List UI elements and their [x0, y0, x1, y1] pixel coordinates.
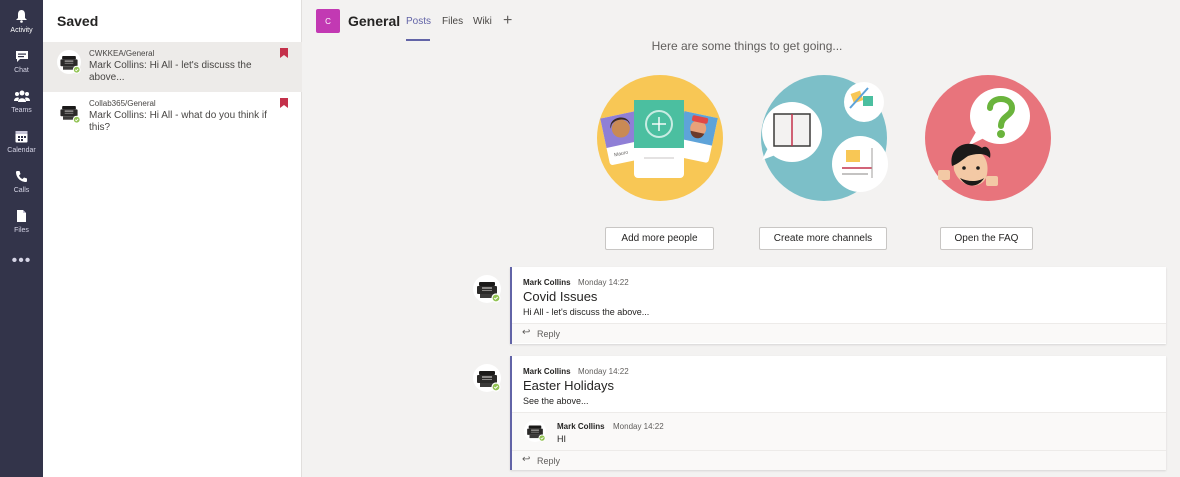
app-bar-calendar[interactable]: Calendar	[0, 124, 43, 164]
team-avatar[interactable]: C	[316, 9, 340, 33]
avatar	[57, 100, 81, 124]
app-bar-activity[interactable]: Activity	[0, 4, 43, 44]
reply-message[interactable]: Mark Collins Monday 14:22 HI	[512, 412, 1166, 450]
teams-icon	[13, 88, 30, 104]
post-card[interactable]: Mark Collins Monday 14:22 Covid Issues H…	[510, 267, 1166, 344]
app-bar-label: Chat	[14, 67, 29, 74]
reply-bar[interactable]: ↩ Reply	[512, 323, 1166, 343]
app-bar-label: Calls	[13, 187, 30, 194]
post-card[interactable]: Mark Collins Monday 14:22 Easter Holiday…	[510, 356, 1166, 470]
post-time: Monday 14:22	[578, 367, 629, 376]
open-faq-button[interactable]: Open the FAQ	[940, 227, 1033, 250]
post-body: See the above...	[523, 396, 589, 406]
saved-item-message: Mark Collins: Hi All - what do you think…	[89, 110, 267, 133]
app-bar-files[interactable]: Files	[0, 204, 43, 244]
app-bar-label: Teams	[11, 107, 32, 114]
avatar	[524, 420, 546, 442]
avatar	[473, 275, 501, 303]
more-apps-icon[interactable]: •••	[0, 252, 43, 270]
create-channels-illustration	[761, 75, 888, 201]
reply-bar[interactable]: ↩ Reply	[512, 450, 1166, 470]
add-more-people-button[interactable]: Add more people	[605, 227, 714, 250]
saved-item[interactable]: CWKKEA/General Mark Collins: Hi All - le…	[43, 42, 302, 92]
avatar	[473, 364, 501, 392]
post-subject: Easter Holidays	[523, 378, 615, 393]
phone-icon	[14, 168, 30, 184]
bell-icon	[14, 8, 30, 24]
bookmark-icon[interactable]	[280, 98, 288, 108]
welcome-intro: Here are some things to get going...	[651, 39, 843, 53]
channel-main: C General Posts Files Wiki + Here are so…	[302, 0, 1180, 477]
saved-pane: Saved CWKKEA/General Mark Collins: Hi Al…	[43, 0, 302, 477]
tab-wiki[interactable]: Wiki	[473, 16, 492, 27]
tab-posts[interactable]: Posts	[406, 16, 431, 27]
app-bar-label: Files	[14, 227, 29, 234]
reply-body: HI	[557, 434, 566, 444]
saved-item-channel: Collab365/General	[89, 99, 156, 108]
post-subject: Covid Issues	[523, 289, 598, 304]
calendar-icon	[14, 128, 30, 144]
app-bar-chat[interactable]: Chat	[0, 44, 43, 84]
faq-illustration	[925, 75, 1051, 201]
add-people-illustration: Mauro	[597, 75, 723, 201]
post-time: Monday 14:22	[578, 278, 629, 287]
app-bar-label: Calendar	[7, 147, 36, 154]
reply-time: Monday 14:22	[613, 422, 664, 431]
tab-files[interactable]: Files	[442, 16, 463, 27]
post-body: Hi All - let's discuss the above...	[523, 307, 650, 317]
saved-title: Saved	[57, 13, 99, 29]
app-bar-label: Activity	[10, 27, 33, 34]
app-bar-calls[interactable]: Calls	[0, 164, 43, 204]
post-author: Mark Collins	[523, 278, 571, 287]
reply-label: Reply	[537, 329, 561, 339]
channel-title: General	[348, 13, 401, 29]
saved-item-message: Mark Collins: Hi All - let's discuss the…	[89, 60, 252, 83]
saved-item[interactable]: Collab365/General Mark Collins: Hi All -…	[43, 92, 302, 142]
file-icon	[14, 208, 30, 224]
create-more-channels-button[interactable]: Create more channels	[759, 227, 887, 250]
app-bar: Activity Chat Teams Calendar Calls Files…	[0, 0, 43, 477]
post-author: Mark Collins	[523, 367, 571, 376]
app-bar-teams[interactable]: Teams	[0, 84, 43, 124]
channel-header: C General Posts Files Wiki +	[302, 0, 1180, 42]
reply-label: Reply	[537, 456, 561, 466]
avatar	[57, 50, 81, 74]
reply-icon: ↩	[522, 454, 531, 465]
reply-icon: ↩	[522, 327, 531, 338]
bookmark-icon[interactable]	[280, 48, 288, 58]
reply-author: Mark Collins	[557, 422, 605, 431]
chat-icon	[14, 48, 30, 64]
add-tab-icon[interactable]: +	[503, 12, 512, 30]
saved-item-channel: CWKKEA/General	[89, 49, 155, 58]
